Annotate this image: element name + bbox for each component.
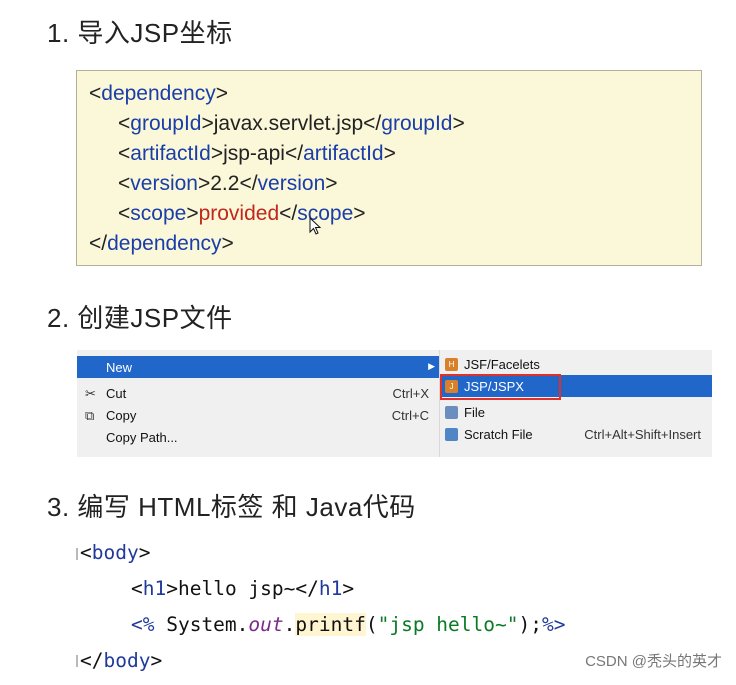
xml-line-artifactid: <artifactId>jsp-api</artifactId> <box>118 142 396 165</box>
code-line-scriptlet: <% System.out.printf("jsp hello~");%> <box>131 613 566 636</box>
menu-item-new[interactable]: New ▶ <box>77 356 439 378</box>
mouse-cursor-icon <box>309 217 321 235</box>
code-line-body-open: <body> <box>80 541 151 564</box>
xml-line-dependency-close: </dependency> <box>89 232 234 255</box>
submenu-item-jsf-facelets[interactable]: H JSF/Facelets <box>440 353 712 375</box>
file-icon <box>445 406 458 419</box>
menu-item-cut[interactable]: ✂ Cut Ctrl+X <box>77 382 439 404</box>
submenu-item-file[interactable]: File <box>440 401 712 423</box>
gutter-marker <box>76 655 78 667</box>
jsf-icon: H <box>445 358 458 371</box>
context-submenu-new: H JSF/Facelets J JSP/JSPX File Scratch F… <box>439 350 712 457</box>
code-line-body-close: </body> <box>80 649 163 672</box>
step-2-heading: 2. 创建JSP文件 <box>47 303 233 333</box>
context-menu-main: New ▶ ✂ Cut Ctrl+X ⧉ Copy Ctrl+C Copy Pa… <box>77 350 439 457</box>
xml-line-version: <version>2.2</version> <box>118 172 338 195</box>
step-1-heading: 1. 导入JSP坐标 <box>47 18 233 48</box>
copy-icon: ⧉ <box>85 408 95 423</box>
submenu-item-scratch-file[interactable]: Scratch File Ctrl+Alt+Shift+Insert <box>440 423 712 445</box>
menu-item-copy[interactable]: ⧉ Copy Ctrl+C <box>77 404 439 426</box>
watermark: CSDN @秃头的英才 <box>585 653 722 670</box>
submenu-arrow-icon: ▶ <box>428 361 435 371</box>
xml-line-dependency-open: <dependency> <box>89 82 228 105</box>
gutter-marker <box>76 548 78 560</box>
scratch-file-icon <box>445 428 458 441</box>
ide-context-menu: New ▶ ✂ Cut Ctrl+X ⧉ Copy Ctrl+C Copy Pa… <box>77 350 712 457</box>
code-line-h1: <h1>hello jsp~</h1> <box>131 577 355 600</box>
step-3-heading: 3. 编写 HTML标签 和 Java代码 <box>47 492 416 522</box>
xml-line-groupid: <groupId>javax.servlet.jsp</groupId> <box>118 112 465 135</box>
xml-line-scope: <scope>provided</scope> <box>118 202 366 225</box>
xml-dependency-block: <dependency> <groupId>javax.servlet.jsp<… <box>76 70 702 266</box>
menu-item-copy-path[interactable]: Copy Path... <box>77 426 439 448</box>
highlight-box <box>440 374 561 400</box>
scissors-icon: ✂ <box>85 386 96 401</box>
